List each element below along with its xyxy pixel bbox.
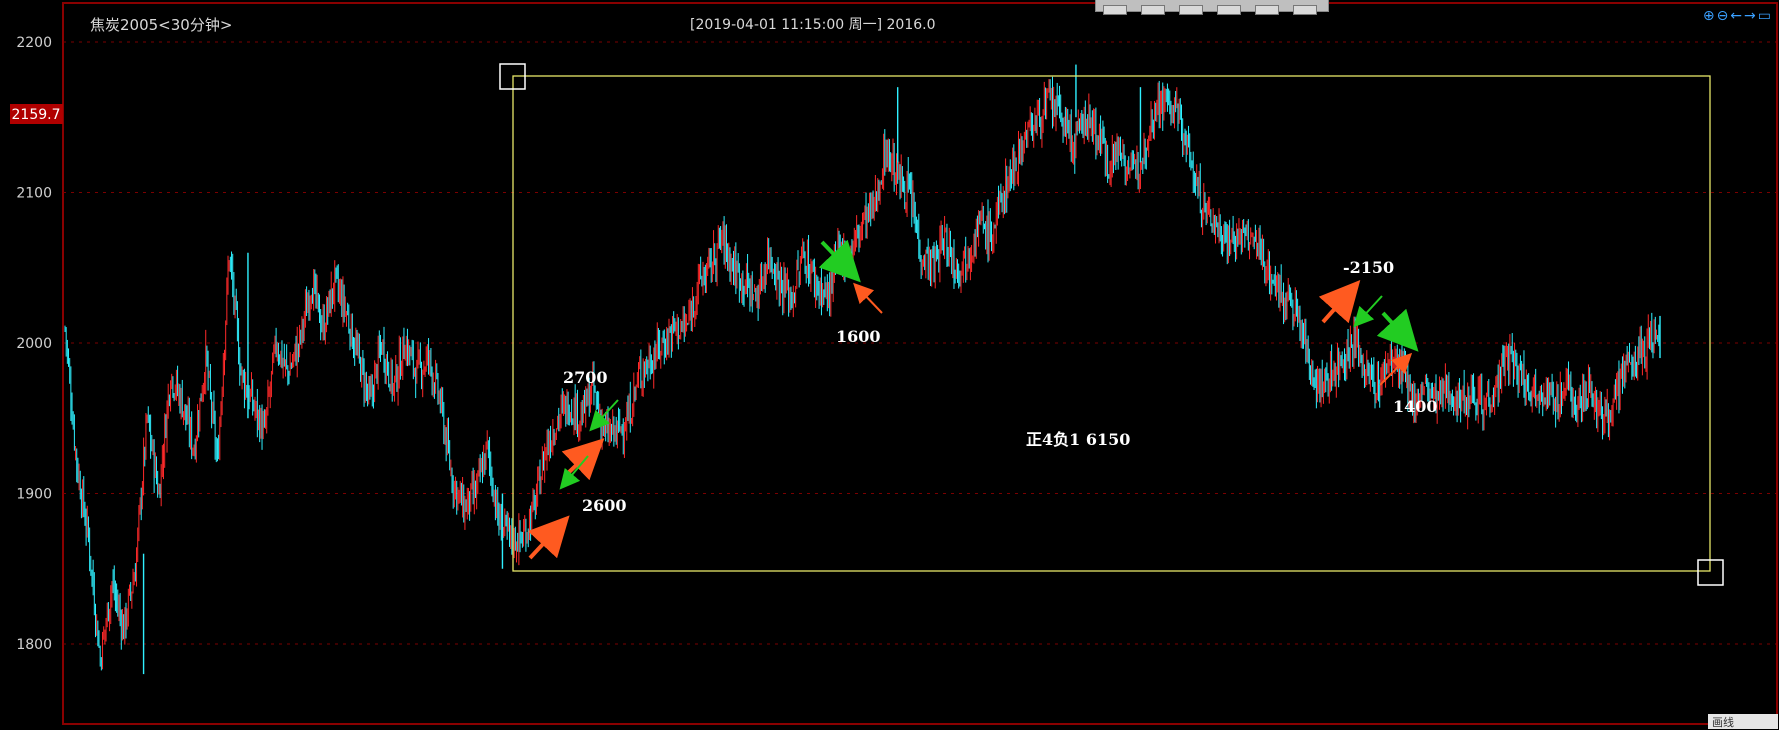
y-tick-label: 2100 bbox=[16, 186, 52, 202]
toolbar-button[interactable] bbox=[1103, 5, 1127, 15]
drawing-tool-label[interactable]: 画线 bbox=[1708, 714, 1778, 729]
toolbar-button[interactable] bbox=[1255, 5, 1279, 15]
toolbar-button[interactable] bbox=[1141, 5, 1165, 15]
window-icon[interactable]: ▭ bbox=[1758, 8, 1773, 24]
y-axis: 2200 2100 2000 1900 1800 bbox=[16, 35, 52, 653]
y-tick-label: 2000 bbox=[16, 336, 52, 352]
label-2150: -2150 bbox=[1343, 258, 1394, 277]
label-2600: 2600 bbox=[582, 496, 627, 515]
summary-label: 正4负1 6150 bbox=[1026, 430, 1130, 449]
toolbar-button[interactable] bbox=[1179, 5, 1203, 15]
y-tick-label: 1900 bbox=[16, 487, 52, 503]
zoom-out-icon[interactable]: ⊖ bbox=[1717, 8, 1731, 24]
label-1600: 1600 bbox=[836, 327, 881, 346]
label-2700: 2700 bbox=[563, 368, 608, 387]
scroll-left-icon[interactable]: ← bbox=[1730, 8, 1744, 24]
y-tick-label: 1800 bbox=[16, 637, 52, 653]
y-tick-label: 2200 bbox=[16, 35, 52, 51]
annotation-labels: 2700 2600 1600 -2150 1400 正4负1 6150 bbox=[563, 258, 1438, 515]
arrow-long-entry-3 bbox=[1318, 280, 1361, 324]
arrow-exit-1 bbox=[559, 455, 589, 490]
toolbar-button[interactable] bbox=[1293, 5, 1317, 15]
arrow-long-entry-1 bbox=[527, 515, 570, 560]
trade-arrows bbox=[527, 239, 1419, 560]
arrow-short-exit bbox=[853, 282, 883, 314]
candles bbox=[64, 64, 1661, 675]
chart-controls[interactable]: ⊕⊖←→▭ bbox=[1703, 8, 1773, 24]
price-tag: 2159.7 bbox=[12, 107, 61, 123]
arrow-long-entry-2 bbox=[561, 438, 605, 481]
grid-lines bbox=[63, 41, 1776, 645]
cursor-info: [2019-04-01 11:15:00 周一] 2016.0 bbox=[690, 17, 936, 33]
chart-title: 焦炭2005<30分钟> bbox=[90, 16, 233, 34]
candlestick-chart: 2200 2100 2000 1900 1800 2159.7 2700 2600 16… bbox=[10, 2, 1778, 725]
arrow-short-entry-2 bbox=[1376, 308, 1419, 352]
label-1400: 1400 bbox=[1393, 397, 1438, 416]
scroll-right-icon[interactable]: → bbox=[1744, 8, 1758, 24]
toolbar-button[interactable] bbox=[1217, 5, 1241, 15]
zoom-in-icon[interactable]: ⊕ bbox=[1703, 8, 1717, 24]
top-toolbar[interactable] bbox=[1095, 0, 1329, 15]
arrow-exit-3 bbox=[1353, 295, 1383, 328]
plot-border bbox=[62, 2, 1778, 725]
